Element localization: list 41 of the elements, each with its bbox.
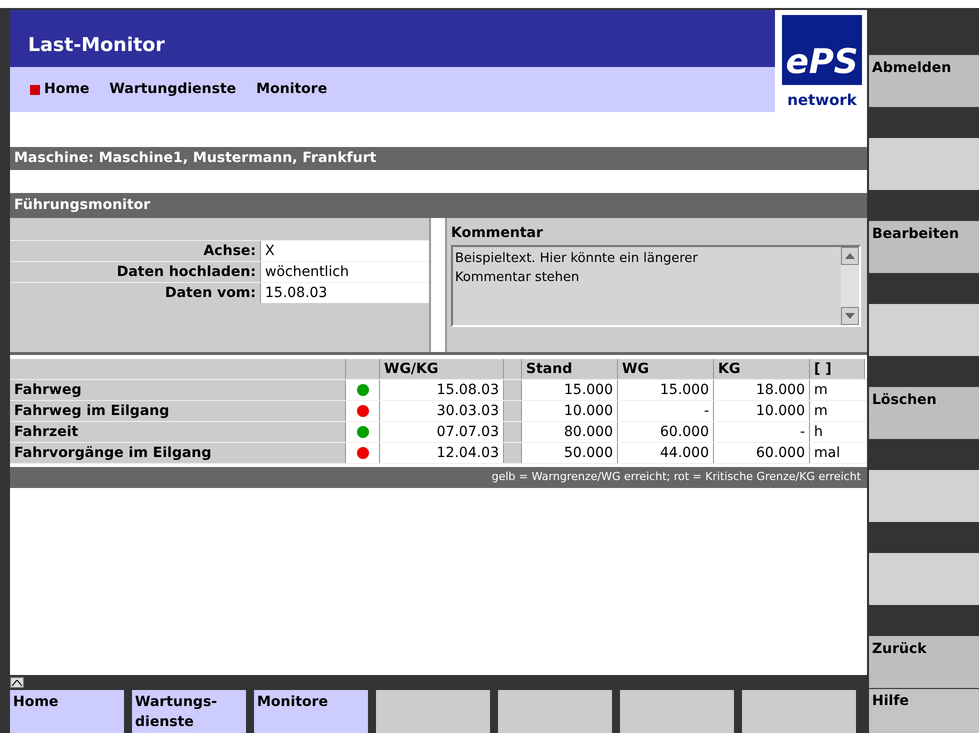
column-header: [ ] [810,359,865,379]
scroll-up-icon[interactable] [841,247,859,265]
row-label: Fahrzeit [10,422,346,442]
comment-label: Kommentar [451,224,544,243]
legend-bar: gelb = Warngrenze/WG erreicht; rot = Kritische Grenze/KG erreicht [10,467,867,488]
field-label: Daten hochladen: [116,263,257,282]
scrollbar[interactable] [841,247,859,325]
help-button[interactable]: Hilfe [869,689,979,733]
column-header [504,359,522,379]
row-label: Fahrweg [10,380,346,400]
app-title: Last-Monitor [28,32,165,58]
nav-link[interactable]: Monitore [256,79,328,100]
softkey-button[interactable]: Bearbeiten [869,221,979,273]
column-header: WG [618,359,714,379]
collapse-toggle[interactable] [10,677,24,688]
nav-button[interactable]: Monitore [254,690,368,733]
comment-field[interactable]: Beispieltext. Hier könnte ein längerer Kommentar stehen [451,245,861,327]
column-header: Stand [522,359,618,379]
field-value: 15.08.03 [260,283,429,303]
field-label: Achse: [202,242,257,261]
column-header: KG [714,359,810,379]
nav-button[interactable]: Wartungs- dienste [132,690,246,733]
row-label: Fahrvorgänge im Eilgang [10,443,346,463]
column-header: WG/KG [380,359,504,379]
table-cell [504,380,522,400]
softkey-button[interactable]: Löschen [869,387,979,439]
table-cell [504,401,522,421]
softkey-button[interactable]: Zurück [869,636,979,688]
table-cell [504,422,522,442]
nav-button[interactable]: Home [10,690,124,733]
machine-bar: Maschine: Maschine1, Mustermann, Frankfurt [10,147,867,170]
row-label: Fahrweg im Eilgang [10,401,346,421]
scroll-down-icon[interactable] [841,307,859,325]
field-label: Daten vom: [164,284,257,303]
table-cell [504,443,522,463]
field-value: wöchentlich [260,262,429,282]
field-value: X [260,241,429,261]
nav-link[interactable]: Wartungdienste [109,79,236,100]
section-bar: Führungsmonitor [10,193,867,218]
softkey-button[interactable]: Abmelden [869,55,979,107]
nav-link[interactable]: Home [44,79,90,100]
